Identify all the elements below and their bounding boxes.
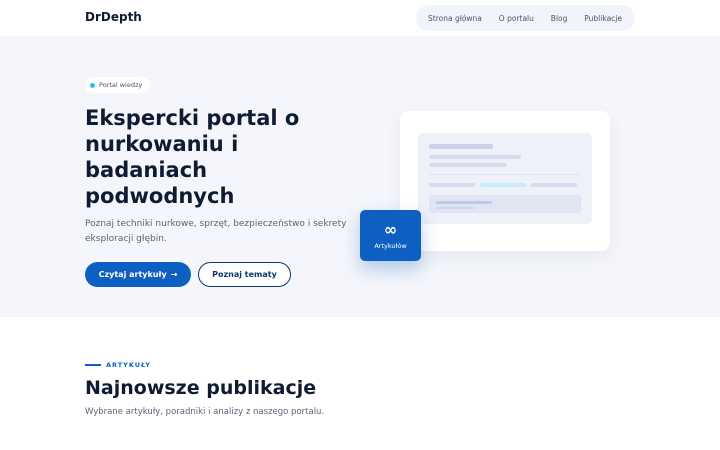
placeholder-line bbox=[429, 163, 507, 167]
site-logo[interactable]: DrDepth bbox=[85, 10, 142, 24]
nav-link-home[interactable]: Strona główna bbox=[428, 14, 482, 23]
nav-link-publications[interactable]: Publikacje bbox=[584, 14, 622, 23]
section-eyebrow-label: ARTYKUŁY bbox=[106, 361, 151, 369]
main-nav: Strona główna O portalu Blog Publikacje bbox=[416, 5, 635, 31]
preview-illustration-card bbox=[400, 111, 610, 251]
placeholder-line bbox=[436, 201, 492, 204]
section-title: Najnowsze publikacje bbox=[85, 377, 317, 399]
hero-subtitle: Poznaj techniki nurkowe, sprzęt, bezpiec… bbox=[85, 219, 347, 244]
section-eyebrow: ARTYKUŁY bbox=[85, 361, 151, 369]
articles-stat-label: Artykułów bbox=[374, 242, 407, 250]
placeholder-block bbox=[429, 195, 581, 213]
hero-badge-label: Portal wiedzy bbox=[99, 81, 143, 89]
hero-badge: Portal wiedzy bbox=[85, 77, 151, 93]
read-articles-button[interactable]: Czytaj artykuły → bbox=[85, 262, 191, 287]
nav-link-blog[interactable]: Blog bbox=[551, 14, 568, 23]
hero-title: Ekspercki portal o nurkowaniu i badaniac… bbox=[85, 106, 300, 208]
preview-illustration-panel bbox=[418, 133, 592, 224]
placeholder-line bbox=[480, 183, 526, 187]
site-header: DrDepth Strona główna O portalu Blog Pub… bbox=[0, 0, 720, 36]
eyebrow-divider bbox=[85, 364, 101, 366]
explore-topics-button[interactable]: Poznaj tematy bbox=[198, 262, 291, 287]
articles-stat-card: ∞ Artykułów bbox=[360, 210, 421, 261]
nav-link-about[interactable]: O portalu bbox=[499, 14, 534, 23]
placeholder-line bbox=[429, 144, 493, 149]
articles-stat-value: ∞ bbox=[383, 220, 398, 239]
placeholder-line bbox=[436, 207, 474, 209]
read-articles-button-label: Czytaj artykuły bbox=[98, 270, 167, 279]
placeholder-line bbox=[429, 183, 475, 187]
status-dot-icon bbox=[90, 82, 95, 88]
placeholder-line bbox=[531, 183, 577, 187]
placeholder-line bbox=[429, 155, 521, 159]
placeholder-line bbox=[429, 174, 581, 175]
section-subtitle: Wybrane artykuły, poradniki i analizy z … bbox=[85, 407, 325, 417]
arrow-right-icon: → bbox=[170, 270, 178, 279]
